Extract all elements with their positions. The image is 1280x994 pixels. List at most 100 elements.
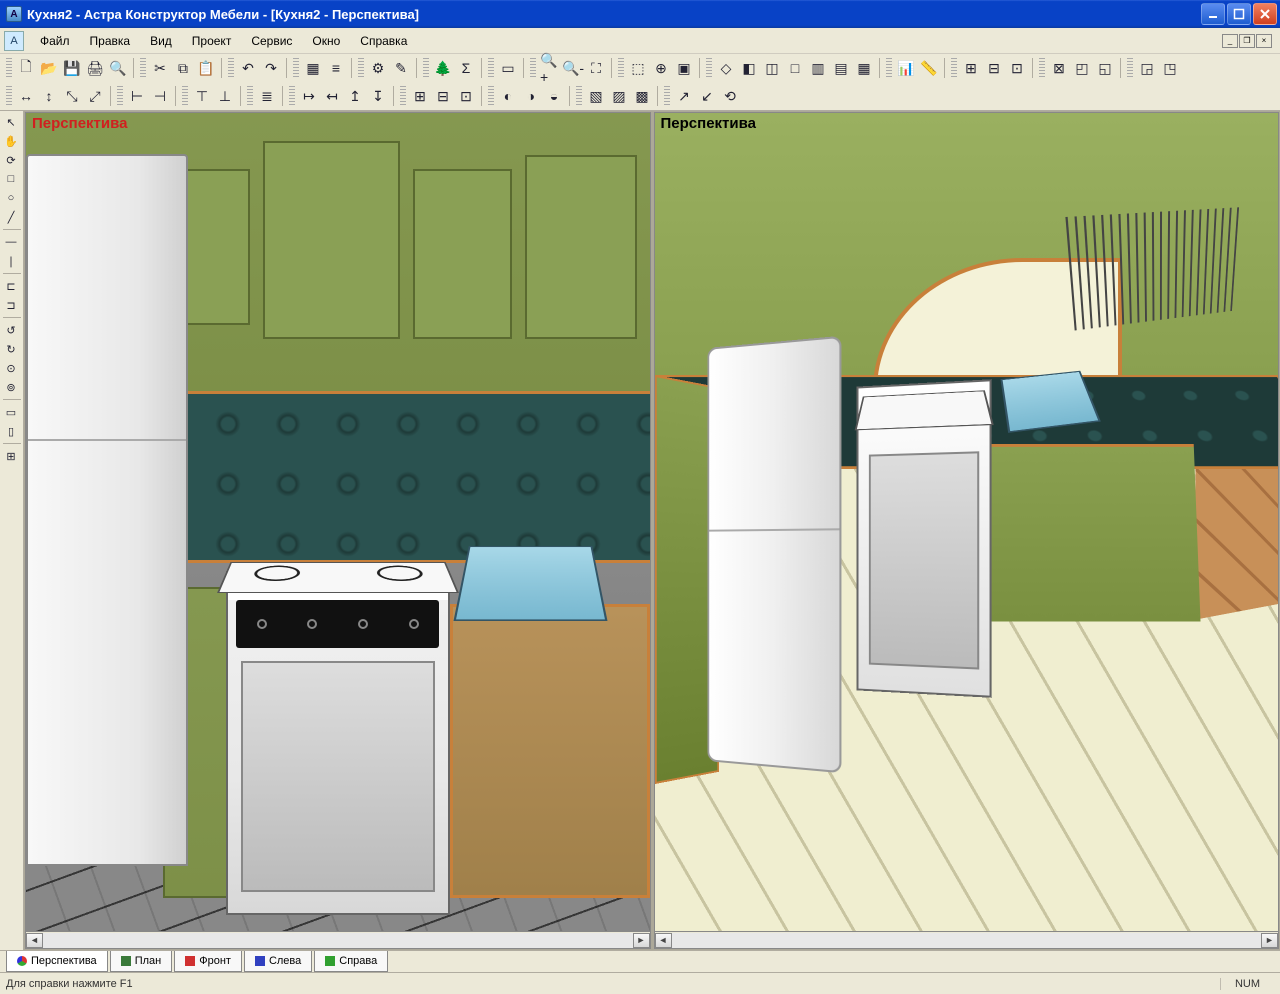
toolbar-grip[interactable] bbox=[423, 58, 429, 78]
circ-icon[interactable]: ○ bbox=[0, 189, 22, 207]
toolbar-grip[interactable] bbox=[1039, 58, 1045, 78]
m3-icon[interactable]: ⤡ bbox=[61, 85, 83, 107]
m7-icon[interactable]: ⊤ bbox=[191, 85, 213, 107]
scroll-left-icon[interactable]: ◄ bbox=[26, 933, 43, 948]
align-icon[interactable]: ≡ bbox=[325, 57, 347, 79]
a7-icon[interactable]: ⊡ bbox=[455, 85, 477, 107]
s1-icon[interactable]: ▭ bbox=[0, 403, 22, 421]
sp7-icon[interactable]: ◲ bbox=[1136, 57, 1158, 79]
copy-icon[interactable]: ⧉ bbox=[172, 57, 194, 79]
tool1-icon[interactable]: ✎ bbox=[390, 57, 412, 79]
sp3-icon[interactable]: ⊡ bbox=[1006, 57, 1028, 79]
viewport-left-scrollbar[interactable]: ◄ ► bbox=[26, 931, 650, 948]
s2-icon[interactable]: ▯ bbox=[0, 422, 22, 440]
new-icon[interactable]: 🗋 bbox=[15, 57, 37, 79]
toolbar-grip[interactable] bbox=[6, 58, 12, 78]
b4-icon[interactable]: ▧ bbox=[585, 85, 607, 107]
chart-icon[interactable]: 📊 bbox=[895, 57, 917, 79]
undo-icon[interactable]: ↶ bbox=[237, 57, 259, 79]
menu-проект[interactable]: Проект bbox=[182, 32, 242, 50]
a1-icon[interactable]: ↦ bbox=[298, 85, 320, 107]
boxred-icon[interactable]: ▣ bbox=[673, 57, 695, 79]
toolbar-grip[interactable] bbox=[117, 86, 123, 106]
redo-icon[interactable]: ↷ bbox=[260, 57, 282, 79]
toolbar-grip[interactable] bbox=[618, 58, 624, 78]
brick2-icon[interactable]: ▦ bbox=[853, 57, 875, 79]
tree-icon[interactable]: 🌲 bbox=[432, 57, 454, 79]
tgt-icon[interactable]: ⊕ bbox=[650, 57, 672, 79]
l2-icon[interactable]: ∣ bbox=[0, 252, 22, 270]
a6-icon[interactable]: ⊟ bbox=[432, 85, 454, 107]
app-menu-icon[interactable]: A bbox=[4, 31, 24, 51]
a4-icon[interactable]: ↧ bbox=[367, 85, 389, 107]
pan-icon[interactable]: ✋ bbox=[0, 132, 22, 150]
toolbar-grip[interactable] bbox=[358, 58, 364, 78]
toolbar-grip[interactable] bbox=[951, 58, 957, 78]
cut-icon[interactable]: ✂ bbox=[149, 57, 171, 79]
piece-icon[interactable]: ▥ bbox=[807, 57, 829, 79]
print-icon[interactable]: 🖨 bbox=[84, 57, 106, 79]
h3-icon[interactable]: ⟲ bbox=[719, 85, 741, 107]
toolbar-grip[interactable] bbox=[182, 86, 188, 106]
meas-icon[interactable]: 📏 bbox=[918, 57, 940, 79]
menu-справка[interactable]: Справка bbox=[350, 32, 417, 50]
mdi-minimize-button[interactable]: _ bbox=[1222, 34, 1238, 48]
a5-icon[interactable]: ⊞ bbox=[409, 85, 431, 107]
toolbar-grip[interactable] bbox=[1127, 58, 1133, 78]
line-icon[interactable]: ╱ bbox=[0, 208, 22, 226]
minimize-button[interactable] bbox=[1201, 3, 1225, 25]
zoomin-icon[interactable]: 🔍+ bbox=[539, 57, 561, 79]
rot-icon[interactable]: ⟳ bbox=[0, 151, 22, 169]
zoomfit-icon[interactable]: ⛶ bbox=[585, 57, 607, 79]
t1-icon[interactable]: ⊞ bbox=[0, 447, 22, 465]
r1-icon[interactable]: ↺ bbox=[0, 321, 22, 339]
close-button[interactable] bbox=[1253, 3, 1277, 25]
view-tab-persp[interactable]: Перспектива bbox=[6, 951, 108, 972]
save-icon[interactable]: 💾 bbox=[61, 57, 83, 79]
cube-icon[interactable]: ◧ bbox=[738, 57, 760, 79]
view-tab-right[interactable]: Справа bbox=[314, 951, 388, 972]
b5-icon[interactable]: ▨ bbox=[608, 85, 630, 107]
scroll-right-icon[interactable]: ► bbox=[633, 933, 650, 948]
viewport-left-canvas[interactable]: Перспектива bbox=[26, 113, 650, 931]
toolbar-grip[interactable] bbox=[289, 86, 295, 106]
l1-icon[interactable]: — bbox=[0, 233, 22, 251]
m8-icon[interactable]: ⊥ bbox=[214, 85, 236, 107]
toolbar-grip[interactable] bbox=[530, 58, 536, 78]
boxes-icon[interactable]: ◫ bbox=[761, 57, 783, 79]
b6-icon[interactable]: ▩ bbox=[631, 85, 653, 107]
sum-icon[interactable]: Σ bbox=[455, 57, 477, 79]
b3-icon[interactable]: ◒ bbox=[543, 85, 565, 107]
m5-icon[interactable]: ⊢ bbox=[126, 85, 148, 107]
toolbar-grip[interactable] bbox=[293, 58, 299, 78]
b2-icon[interactable]: ◑ bbox=[520, 85, 542, 107]
m2-icon[interactable]: ↕ bbox=[38, 85, 60, 107]
brick-icon[interactable]: ▤ bbox=[830, 57, 852, 79]
sp1-icon[interactable]: ⊞ bbox=[960, 57, 982, 79]
h2-icon[interactable]: ↙ bbox=[696, 85, 718, 107]
poly-icon[interactable]: ◇ bbox=[715, 57, 737, 79]
r4-icon[interactable]: ⊚ bbox=[0, 378, 22, 396]
view-tab-plan[interactable]: План bbox=[110, 951, 173, 972]
h1-icon[interactable]: ↗ bbox=[673, 85, 695, 107]
toolbar-grip[interactable] bbox=[576, 86, 582, 106]
r2-icon[interactable]: ↻ bbox=[0, 340, 22, 358]
arrow-icon[interactable]: ↖ bbox=[0, 113, 22, 131]
toolbar-grip[interactable] bbox=[488, 58, 494, 78]
open-icon[interactable]: 📂 bbox=[38, 57, 60, 79]
view-tab-front[interactable]: Фронт bbox=[174, 951, 242, 972]
maximize-button[interactable] bbox=[1227, 3, 1251, 25]
view-tab-left[interactable]: Слева bbox=[244, 951, 312, 972]
mdi-close-button[interactable]: × bbox=[1256, 34, 1272, 48]
menu-вид[interactable]: Вид bbox=[140, 32, 182, 50]
m6-icon[interactable]: ⊣ bbox=[149, 85, 171, 107]
m1-icon[interactable]: ↔ bbox=[15, 85, 37, 107]
sp8-icon[interactable]: ◳ bbox=[1159, 57, 1181, 79]
sp6-icon[interactable]: ◱ bbox=[1094, 57, 1116, 79]
toolbar-grip[interactable] bbox=[488, 86, 494, 106]
a2-icon[interactable]: ↤ bbox=[321, 85, 343, 107]
toolbar-grip[interactable] bbox=[886, 58, 892, 78]
menu-окно[interactable]: Окно bbox=[302, 32, 350, 50]
sp5-icon[interactable]: ◰ bbox=[1071, 57, 1093, 79]
sel-icon[interactable]: ⬚ bbox=[627, 57, 649, 79]
